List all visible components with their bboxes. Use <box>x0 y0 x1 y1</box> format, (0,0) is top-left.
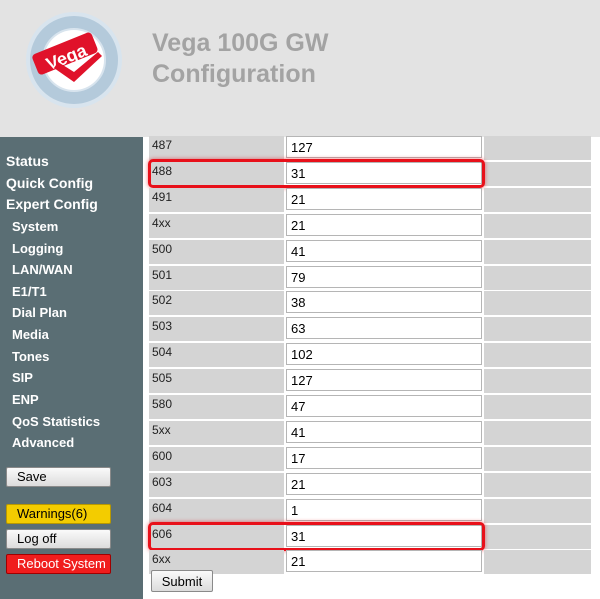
response-code-label: 501 <box>149 266 284 290</box>
nav-logging[interactable]: Logging <box>12 241 63 256</box>
page-header: Vega Vega 100G GW Configuration <box>0 0 600 137</box>
cause-code-input[interactable] <box>286 499 482 521</box>
cause-code-input[interactable] <box>286 369 482 391</box>
response-code-label: 505 <box>149 369 284 393</box>
row-filler <box>484 525 591 549</box>
cause-code-input[interactable] <box>286 240 482 262</box>
response-code-label: 502 <box>149 291 284 315</box>
cause-code-input[interactable] <box>286 291 482 313</box>
nav-dial-plan[interactable]: Dial Plan <box>12 305 67 320</box>
row-filler <box>484 266 591 290</box>
highlight-box <box>148 522 485 551</box>
nav-e1-t1[interactable]: E1/T1 <box>12 284 47 299</box>
config-table: 4874884914xx5005015025035045055805xx6006… <box>143 136 600 599</box>
log-off-button[interactable]: Log off <box>6 529 111 549</box>
cause-code-input[interactable] <box>286 447 482 469</box>
table-row: 6xx <box>149 550 591 576</box>
cause-code-input[interactable] <box>286 136 482 158</box>
response-code-label: 603 <box>149 473 284 497</box>
row-filler <box>484 421 591 445</box>
cause-code-input[interactable] <box>286 421 482 443</box>
row-filler <box>484 369 591 393</box>
nav-lan-wan[interactable]: LAN/WAN <box>12 262 73 277</box>
row-filler <box>484 188 591 212</box>
vega-logo: Vega <box>26 12 122 108</box>
cause-code-input[interactable] <box>286 395 482 417</box>
response-code-label: 491 <box>149 188 284 212</box>
nav-media[interactable]: Media <box>12 327 49 342</box>
highlight-box <box>148 159 485 188</box>
nav-system[interactable]: System <box>12 219 58 234</box>
title-line-2: Configuration <box>152 60 316 88</box>
response-code-label: 600 <box>149 447 284 471</box>
row-filler <box>484 343 591 367</box>
nav-tones[interactable]: Tones <box>12 349 49 364</box>
table-row: 580 <box>149 395 591 421</box>
page-title: Vega 100G GW Configuration <box>152 28 328 90</box>
cause-code-input[interactable] <box>286 214 482 236</box>
row-filler <box>484 499 591 523</box>
table-row: 600 <box>149 447 591 473</box>
nav-quick-config[interactable]: Quick Config <box>6 175 93 191</box>
row-filler <box>484 395 591 419</box>
row-filler <box>484 291 591 315</box>
cause-code-input[interactable] <box>286 317 482 339</box>
nav-qos-statistics[interactable]: QoS Statistics <box>12 414 100 429</box>
reboot-system-button[interactable]: Reboot System <box>6 554 111 574</box>
row-filler <box>484 473 591 497</box>
response-code-label: 504 <box>149 343 284 367</box>
response-code-label: 5xx <box>149 421 284 445</box>
response-code-label: 604 <box>149 499 284 523</box>
row-filler <box>484 136 591 160</box>
response-code-label: 4xx <box>149 214 284 238</box>
submit-button[interactable]: Submit <box>151 570 213 592</box>
warnings-button[interactable]: Warnings(6) <box>6 504 111 524</box>
row-filler <box>484 162 591 186</box>
table-row: 504 <box>149 343 591 369</box>
nav-advanced[interactable]: Advanced <box>12 435 74 450</box>
cause-code-input[interactable] <box>286 266 482 288</box>
row-filler <box>484 214 591 238</box>
row-filler <box>484 317 591 341</box>
table-row: 4xx <box>149 214 591 240</box>
cause-code-input[interactable] <box>286 550 482 572</box>
row-filler <box>484 240 591 264</box>
cause-code-input[interactable] <box>286 473 482 495</box>
table-row: 505 <box>149 369 591 395</box>
nav-sip[interactable]: SIP <box>12 370 33 385</box>
table-row: 491 <box>149 188 591 214</box>
save-button[interactable]: Save <box>6 467 111 487</box>
row-filler <box>484 447 591 471</box>
nav-status[interactable]: Status <box>6 153 49 169</box>
response-code-label: 503 <box>149 317 284 341</box>
response-code-label: 580 <box>149 395 284 419</box>
response-code-label: 500 <box>149 240 284 264</box>
table-row: 5xx <box>149 421 591 447</box>
response-code-label: 487 <box>149 136 284 160</box>
table-row: 500 <box>149 240 591 266</box>
nav-enp[interactable]: ENP <box>12 392 39 407</box>
sidebar: Status Quick Config Expert Config System… <box>0 137 143 599</box>
title-line-1: Vega 100G GW <box>152 29 329 57</box>
cause-code-input[interactable] <box>286 188 482 210</box>
cause-code-input[interactable] <box>286 343 482 365</box>
nav-expert-config[interactable]: Expert Config <box>6 196 98 212</box>
table-row: 503 <box>149 317 591 343</box>
table-row: 501 <box>149 266 591 292</box>
row-filler <box>484 550 591 574</box>
table-row: 603 <box>149 473 591 499</box>
table-row: 502 <box>149 291 591 317</box>
